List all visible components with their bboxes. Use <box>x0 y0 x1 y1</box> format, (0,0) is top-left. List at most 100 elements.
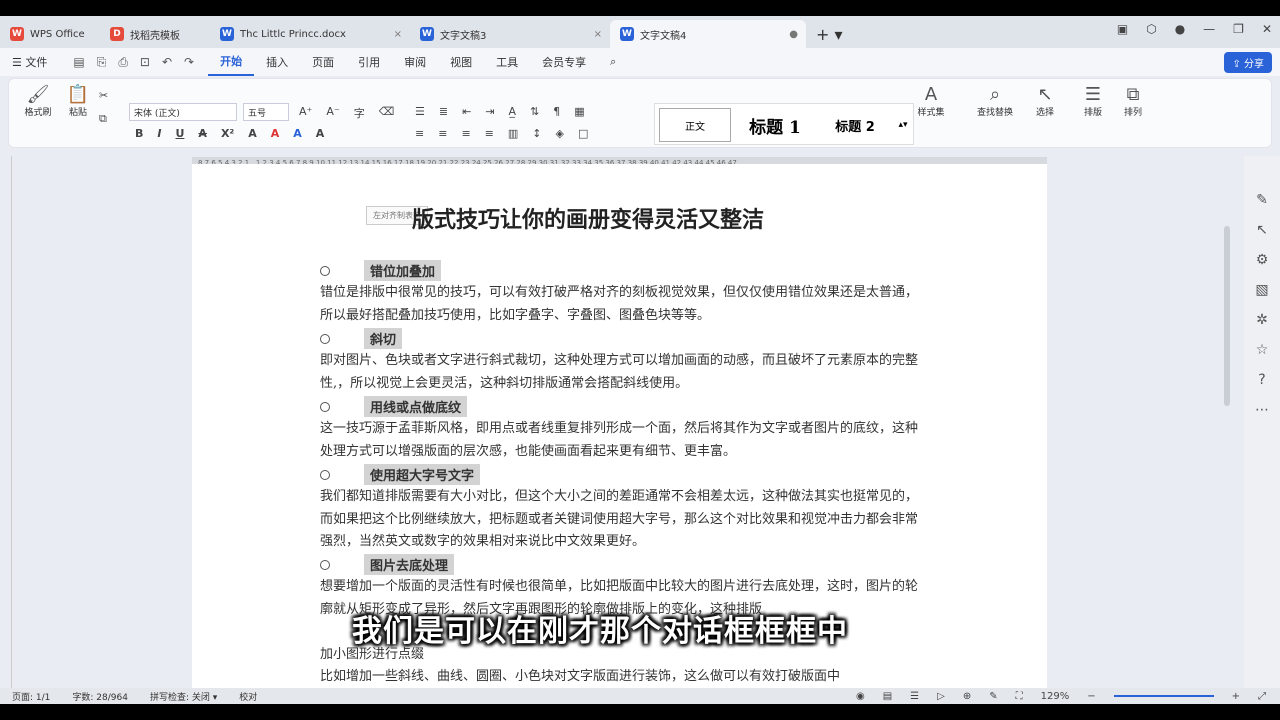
layout-icon[interactable]: ▣ <box>1117 22 1128 36</box>
vertical-ruler[interactable] <box>0 156 12 696</box>
preview-icon[interactable]: ⊡ <box>140 55 150 70</box>
page-view-icon[interactable]: ▤ <box>883 691 892 702</box>
find-replace-button[interactable]: ⌕ 查找替换 <box>967 85 1023 119</box>
tab-view[interactable]: 视图 <box>438 48 484 76</box>
select-cursor-icon[interactable]: ↖ <box>1256 222 1268 238</box>
proofread[interactable]: 校对 <box>239 690 257 703</box>
zoom-out-icon[interactable]: − <box>1087 691 1095 702</box>
tab-tools[interactable]: 工具 <box>484 48 530 76</box>
superscript-icon[interactable]: X² <box>221 127 234 140</box>
arrange-button[interactable]: ⧉ 排列 <box>1115 85 1151 119</box>
text-effect-icon[interactable]: A <box>248 127 257 140</box>
tab-member[interactable]: 会员专享 <box>530 48 598 76</box>
eye-icon[interactable]: ◉ <box>856 691 865 702</box>
decrease-indent-icon[interactable]: ⇤ <box>462 105 471 118</box>
italic-icon[interactable]: I <box>157 127 161 140</box>
minimize-icon[interactable]: — <box>1203 22 1215 36</box>
layout-button[interactable]: ☰ 排版 <box>1075 85 1111 119</box>
select-button[interactable]: ↖ 选择 <box>1025 85 1065 119</box>
section-body[interactable]: 这一技巧源于孟菲斯风格，即用点或者线重复排列形成一个面，然后将其作为文字或者图片… <box>320 418 920 463</box>
section-body[interactable]: 即对图片、色块或者文字进行斜式裁切，这种处理方式可以增加画面的动感，而且破坏了元… <box>320 350 920 395</box>
outline-view-icon[interactable]: ☰ <box>910 691 919 702</box>
close-icon[interactable]: × <box>394 29 402 40</box>
close-icon[interactable]: ● <box>789 29 798 40</box>
close-icon[interactable]: × <box>594 29 602 40</box>
shrink-font-icon[interactable]: A⁻ <box>326 105 339 121</box>
underline-icon[interactable]: U <box>175 127 184 140</box>
redo-icon[interactable]: ↷ <box>184 55 194 70</box>
nodes-icon[interactable]: ✲ <box>1256 312 1268 328</box>
distribute-icon[interactable]: ▥ <box>508 127 518 140</box>
zoom-in-icon[interactable]: + <box>1232 691 1240 702</box>
new-tab-button[interactable]: + ▾ <box>806 20 853 48</box>
tab-little-prince[interactable]: W Thc Littlc Princc.docx × <box>210 20 410 48</box>
copy-icon[interactable]: ⧉ <box>99 112 108 126</box>
section-body[interactable]: 比如增加一些斜线、曲线、圆圈、小色块对文字版面进行装饰，这么做可以有效打破版面中 <box>320 666 920 688</box>
help-icon[interactable]: ? <box>1258 372 1265 388</box>
align-right-icon[interactable]: ≡ <box>461 127 470 140</box>
style-set-button[interactable]: A 样式集 <box>909 85 953 119</box>
spell-check[interactable]: 拼写检查: 关闭 ▾ <box>150 690 217 703</box>
section-heading[interactable]: 使用超大字号文字 <box>320 464 481 485</box>
undo-icon[interactable]: ↶ <box>162 55 172 70</box>
sort-icon[interactable]: ⇅ <box>530 105 539 118</box>
style-heading-2[interactable]: 标题 2 <box>819 108 891 142</box>
section-heading[interactable]: 错位加叠加 <box>320 260 442 281</box>
document-title[interactable]: 版式技巧让你的画册变得灵活又整洁 <box>412 202 764 234</box>
fit-icon[interactable]: ⛶ <box>1016 691 1023 702</box>
image-icon[interactable]: ▧ <box>1255 282 1268 298</box>
word-count[interactable]: 字数: 28/964 <box>72 690 128 703</box>
pen-icon[interactable]: ✎ <box>1256 192 1268 208</box>
format-painter-button[interactable]: 🖌 格式刷 <box>21 85 55 119</box>
section-heading[interactable]: 图片去底处理 <box>320 554 455 575</box>
tab-template[interactable]: D 找稻壳模板 <box>100 20 210 48</box>
char-shading-icon[interactable]: A <box>316 127 325 140</box>
show-marks-icon[interactable]: ¶ <box>553 105 560 118</box>
star-icon[interactable]: ☆ <box>1256 342 1269 358</box>
close-window-icon[interactable]: ✕ <box>1262 22 1272 36</box>
tab-document-4[interactable]: W 文字文稿4 ● <box>610 20 806 48</box>
increase-indent-icon[interactable]: ⇥ <box>485 105 494 118</box>
paste-button[interactable]: 📋 粘贴 <box>61 85 95 119</box>
tab-insert[interactable]: 插入 <box>254 48 300 76</box>
tab-page[interactable]: 页面 <box>300 48 346 76</box>
section-body[interactable]: 我们都知道排版需要有大小对比，但这个大小之间的差距通常不会相差太远，这种做法其实… <box>320 486 920 554</box>
settings-sliders-icon[interactable]: ⚙ <box>1256 252 1269 268</box>
bold-icon[interactable]: B <box>135 127 143 140</box>
tab-document-3[interactable]: W 文字文稿3 × <box>410 20 610 48</box>
more-icon[interactable]: ⋯ <box>1255 402 1269 418</box>
table-icon[interactable]: ▦ <box>574 105 584 118</box>
restore-icon[interactable]: ❐ <box>1233 22 1244 36</box>
grow-font-icon[interactable]: A⁺ <box>299 105 312 121</box>
write-mode-icon[interactable]: ✎ <box>989 691 997 702</box>
export-icon[interactable]: ⎘ <box>97 55 107 70</box>
print-icon[interactable]: ⎙ <box>118 55 128 70</box>
bullet-list-icon[interactable]: ☰ <box>415 105 425 118</box>
align-center-icon[interactable]: ≡ <box>438 127 447 140</box>
style-normal[interactable]: 正文 <box>659 108 731 142</box>
strikethrough-icon[interactable]: A <box>198 127 207 140</box>
chinese-layout-icon[interactable]: A̲ <box>509 105 517 118</box>
tab-review[interactable]: 审阅 <box>392 48 438 76</box>
tab-wps-office[interactable]: W WPS Office <box>0 20 100 48</box>
file-menu[interactable]: ☰ 文件 <box>0 48 59 76</box>
align-left-icon[interactable]: ≡ <box>415 127 424 140</box>
clear-format-icon[interactable]: ⌫ <box>379 105 395 121</box>
vertical-scrollbar[interactable] <box>1224 226 1230 406</box>
save-icon[interactable]: ▤ <box>73 55 84 70</box>
section-body[interactable]: 错位是排版中很常见的技巧，可以有效打破严格对齐的刻板视觉效果，但仅仅使用错位效果… <box>320 282 920 327</box>
section-heading[interactable]: 斜切 <box>320 328 403 349</box>
search-icon[interactable]: ⌕ <box>598 48 628 76</box>
font-size-select[interactable]: 五号 <box>243 103 289 121</box>
fullscreen-icon[interactable]: ⤢ <box>1258 691 1266 702</box>
font-color-icon[interactable]: A <box>293 127 302 140</box>
border-icon[interactable]: □ <box>578 127 588 140</box>
web-view-icon[interactable]: ⊕ <box>963 691 971 702</box>
play-icon[interactable]: ▷ <box>937 691 945 702</box>
numbered-list-icon[interactable]: ≣ <box>439 105 448 118</box>
share-button[interactable]: ⇪ 分享 <box>1224 52 1272 73</box>
cube-icon[interactable]: ⬡ <box>1146 22 1156 36</box>
highlight-icon[interactable]: A <box>271 127 280 140</box>
section-heading[interactable]: 用线或点做底纹 <box>320 396 468 417</box>
tab-references[interactable]: 引用 <box>346 48 392 76</box>
